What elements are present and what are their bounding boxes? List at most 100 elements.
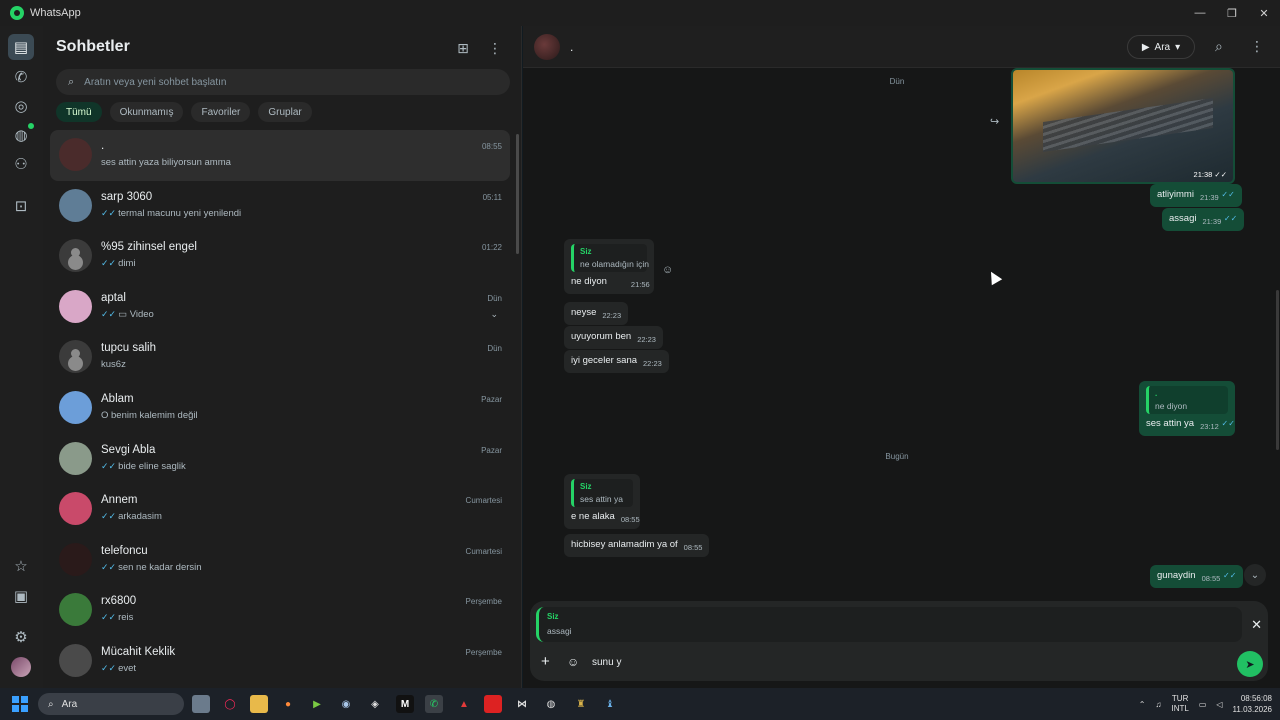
chat-row[interactable]: Sevgi Abla ✓✓ bide eline saglik Pazar xyxy=(50,434,510,485)
double-check-icon: ✓✓ xyxy=(101,258,117,269)
quoted-reply[interactable]: Siz ses attin ya xyxy=(571,479,633,507)
minimize-button[interactable]: — xyxy=(1184,0,1216,26)
incoming-message[interactable]: Siz ses attin ya e ne alaka 08:55 xyxy=(564,474,640,529)
chrome-icon[interactable]: ◍ xyxy=(542,695,560,713)
chat-row[interactable]: Mücahit Keklik ✓✓ evet Perşembe xyxy=(50,636,510,687)
scroll-down-button[interactable]: ⌄ xyxy=(1244,564,1266,586)
task-view-icon[interactable] xyxy=(192,695,210,713)
chat-avatar[interactable] xyxy=(59,239,92,273)
adobe-icon[interactable]: ▲ xyxy=(455,695,473,713)
image-message[interactable]: 21:38 ✓✓ xyxy=(1011,68,1235,184)
steam-icon[interactable]: ◉ xyxy=(337,695,355,713)
outgoing-message[interactable]: . ne diyon ses attin ya 23:12 ✓✓ xyxy=(1139,381,1235,436)
taskbar-search[interactable]: ⌕ Ara xyxy=(38,693,184,715)
chat-avatar[interactable] xyxy=(59,643,92,677)
forward-icon[interactable]: ↪ xyxy=(990,115,999,128)
communities-icon[interactable]: ⚇ xyxy=(11,154,31,174)
profile-avatar[interactable] xyxy=(11,657,31,677)
menu-icon[interactable]: ⋮ xyxy=(1250,38,1264,55)
attach-plus-icon[interactable]: + xyxy=(541,653,550,670)
chat-avatar[interactable] xyxy=(59,441,92,475)
chat-avatar[interactable] xyxy=(59,138,92,171)
language-indicator[interactable]: TUR INTL xyxy=(1171,694,1188,714)
incoming-message[interactable]: hicbisey anlamadim ya of 08:55 xyxy=(564,534,710,557)
conversation-scrollbar[interactable] xyxy=(1276,290,1279,450)
photo-thumbnail[interactable] xyxy=(1013,70,1233,182)
chat-name: Sevgi Abla xyxy=(101,443,156,456)
opera-icon[interactable]: ◯ xyxy=(221,695,239,713)
outgoing-message[interactable]: assagi 21:39 ✓✓ xyxy=(1162,208,1245,231)
search-input[interactable]: Aratın veya yeni sohbet başlatın xyxy=(84,77,226,88)
incoming-message[interactable]: uyuyorum ben 22:23 xyxy=(564,326,663,349)
message-input[interactable] xyxy=(592,657,1192,668)
new-chat-icon[interactable]: ⊞ xyxy=(454,39,472,57)
restore-button[interactable]: ❐ xyxy=(1216,0,1248,26)
settings-icon[interactable]: ⚙ xyxy=(11,627,31,647)
chat-row[interactable]: Ablam O benim kalemim değil Pazar xyxy=(50,383,510,434)
chat-avatar[interactable] xyxy=(59,542,92,576)
chat-row[interactable]: %95 zihinsel engel ✓✓ dimi 01:22 xyxy=(50,231,510,282)
chat-avatar[interactable] xyxy=(59,390,92,424)
app-icon[interactable]: ◈ xyxy=(366,695,384,713)
app-icon-gold[interactable]: ♜ xyxy=(572,695,590,713)
clock[interactable]: 08:56:08 11.03.2026 xyxy=(1233,693,1272,715)
chevron-up-icon[interactable]: ⌃ xyxy=(1139,700,1146,709)
volume-icon[interactable]: ◁ xyxy=(1216,700,1222,709)
window-title: WhatsApp xyxy=(30,7,81,19)
calls-icon[interactable]: ✆ xyxy=(11,67,31,87)
search-bar[interactable]: ⌕ Aratın veya yeni sohbet başlatın xyxy=(56,69,510,95)
chats-icon[interactable]: ▤ xyxy=(8,34,34,60)
windows-start-icon[interactable] xyxy=(12,696,28,712)
call-button[interactable]: ▶ Ara ▾ xyxy=(1127,35,1195,59)
incoming-message[interactable]: Siz ne olamadığın için ne diyon 21:56 xyxy=(564,239,654,294)
menu-icon[interactable]: ⋮ xyxy=(486,39,504,57)
chat-avatar[interactable] xyxy=(59,340,92,374)
close-icon[interactable]: ✕ xyxy=(1251,617,1262,633)
message-text: uyuyorum ben xyxy=(571,331,632,342)
emoji-react-icon[interactable]: ☺ xyxy=(662,264,673,276)
chat-row[interactable]: . ses attin yaza biliyorsun amma 08:55 xyxy=(50,130,510,181)
status-icon[interactable]: ◎ xyxy=(11,96,31,116)
filter-unread[interactable]: Okunmamış xyxy=(109,102,184,122)
chat-avatar[interactable] xyxy=(59,492,92,526)
app-icon-blue[interactable]: ♝ xyxy=(601,695,619,713)
outgoing-message[interactable]: gunaydin 08:55 ✓✓ xyxy=(1150,565,1244,588)
capcut-icon[interactable]: ⋈ xyxy=(513,695,531,713)
search-icon[interactable]: ⌕ xyxy=(1215,38,1223,55)
quoted-reply[interactable]: . ne diyon xyxy=(1146,386,1228,414)
archive-icon[interactable]: ⊡ xyxy=(11,196,31,216)
chat-row[interactable]: tupcu salih kus6z Dün xyxy=(50,332,510,383)
filter-favorites[interactable]: Favoriler xyxy=(191,102,251,122)
chat-avatar[interactable] xyxy=(59,188,92,222)
chat-avatar[interactable] xyxy=(59,593,92,627)
contact-avatar[interactable] xyxy=(534,34,560,60)
app-icon-red[interactable] xyxy=(484,695,502,713)
contact-name[interactable]: . xyxy=(570,40,573,54)
outgoing-message[interactable]: atliyimmi 21:39 ✓✓ xyxy=(1150,184,1242,207)
m-app-icon[interactable]: M xyxy=(396,695,414,713)
chat-row[interactable]: Annem ✓✓ arkadasim Cumartesi xyxy=(50,484,510,535)
incoming-message[interactable]: iyi geceler sana 22:23 xyxy=(564,350,669,373)
chat-row[interactable]: aptal ✓✓ ▭ Video Dün ⌄ xyxy=(50,282,510,333)
whatsapp-taskbar-icon[interactable]: ✆ xyxy=(425,695,443,713)
filter-all[interactable]: Tümü xyxy=(56,102,102,122)
microphone-icon[interactable]: ♫ xyxy=(1155,700,1161,709)
sticker-icon[interactable]: ☺ xyxy=(567,655,579,669)
chevron-down-icon[interactable]: ⌄ xyxy=(490,309,498,320)
microphone-app-icon[interactable]: ● xyxy=(279,695,297,713)
close-window-button[interactable]: ✕ xyxy=(1248,0,1280,26)
chat-list-scrollbar[interactable] xyxy=(516,134,519,254)
incoming-message[interactable]: neyse 22:23 xyxy=(564,302,629,325)
chat-row[interactable]: sarp 3060 ✓✓ termal macunu yeni yenilendi 0… xyxy=(50,181,510,232)
file-explorer-icon[interactable] xyxy=(250,695,268,713)
filter-groups[interactable]: Gruplar xyxy=(258,102,312,122)
media-icon[interactable]: ▣ xyxy=(11,586,31,606)
chat-avatar[interactable] xyxy=(59,289,92,323)
starred-icon[interactable]: ☆ xyxy=(11,556,31,576)
quoted-reply[interactable]: Siz ne olamadığın için xyxy=(571,244,649,272)
chat-row[interactable]: rx6800 ✓✓ reis Perşembe xyxy=(50,585,510,636)
send-button[interactable]: ➤ xyxy=(1237,651,1263,677)
network-icon[interactable]: ▭ xyxy=(1199,700,1207,709)
chat-row[interactable]: telefoncu ✓✓ sen ne kadar dersin Cumartesi xyxy=(50,535,510,586)
media-player-icon[interactable]: ▶ xyxy=(308,695,326,713)
